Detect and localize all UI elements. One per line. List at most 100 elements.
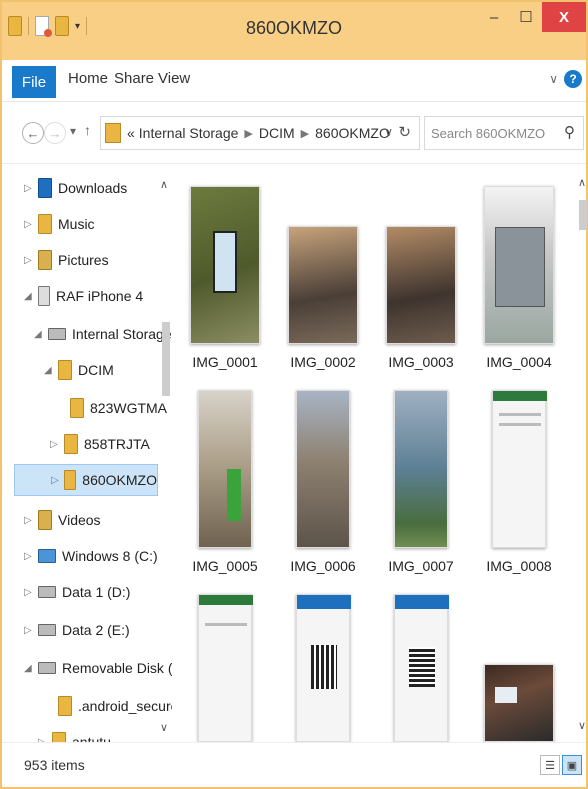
search-input[interactable]: Search 860OKMZO ⚲ bbox=[424, 116, 584, 150]
drive-icon bbox=[38, 624, 56, 636]
file-label[interactable]: IMG_0004 bbox=[474, 354, 564, 370]
minimize-button[interactable]: – bbox=[478, 2, 510, 32]
file-label[interactable]: IMG_0002 bbox=[278, 354, 368, 370]
navigation-bar: ← → ▾ ↑ « Internal Storage ▶ DCIM ▶ 860O… bbox=[2, 102, 586, 164]
phone-icon bbox=[38, 286, 50, 306]
breadcrumb-internal-storage[interactable]: Internal Storage bbox=[139, 125, 239, 141]
sidebar-item-label: 860OKMZO bbox=[82, 472, 157, 488]
sidebar-item-860okmzo[interactable]: ▷ 860OKMZO bbox=[14, 464, 158, 496]
breadcrumb-separator-icon[interactable]: ▶ bbox=[301, 127, 309, 140]
file-label[interactable]: IMG_0008 bbox=[474, 558, 564, 574]
windows-drive-icon bbox=[38, 549, 56, 563]
help-icon[interactable]: ? bbox=[564, 70, 582, 88]
search-placeholder: Search 860OKMZO bbox=[431, 125, 546, 141]
large-icons-view-icon[interactable]: ▣ bbox=[562, 755, 582, 775]
details-view-icon[interactable]: ☰ bbox=[540, 755, 560, 775]
sidebar-item-823wgtma[interactable]: 823WGTMA bbox=[56, 392, 167, 424]
scrollbar-thumb[interactable] bbox=[579, 200, 587, 230]
tab-view[interactable]: View bbox=[158, 70, 190, 87]
file-label[interactable]: IMG_0007 bbox=[376, 558, 466, 574]
sidebar-item-858trjta[interactable]: ▷ 858TRJTA bbox=[50, 428, 150, 460]
item-count: 953 items bbox=[24, 757, 85, 773]
file-label[interactable]: IMG_0003 bbox=[376, 354, 466, 370]
expand-arrow-icon[interactable]: ▷ bbox=[51, 475, 64, 486]
file-thumbnail[interactable] bbox=[190, 186, 260, 344]
file-label[interactable]: IMG_0005 bbox=[180, 558, 270, 574]
sidebar-item-removable-f[interactable]: ◢ Removable Disk (F:) bbox=[24, 652, 172, 684]
expand-arrow-icon[interactable]: ▷ bbox=[24, 255, 38, 266]
sidebar-item-raf-iphone[interactable]: ◢ RAF iPhone 4 bbox=[24, 280, 143, 312]
file-thumbnail[interactable] bbox=[386, 226, 456, 344]
expand-arrow-icon[interactable]: ▷ bbox=[24, 625, 38, 636]
file-thumbnail[interactable] bbox=[198, 594, 253, 742]
drive-icon bbox=[38, 586, 56, 598]
up-arrow-icon[interactable]: ↑ bbox=[84, 122, 91, 138]
tab-home[interactable]: Home bbox=[68, 70, 108, 87]
collapse-arrow-icon[interactable]: ◢ bbox=[24, 291, 38, 302]
tab-file[interactable]: File bbox=[12, 66, 56, 98]
file-list: IMG_0001 IMG_0002 IMG_0003 IMG_0004 IMG_… bbox=[174, 164, 578, 742]
file-label[interactable]: IMG_0001 bbox=[180, 354, 270, 370]
file-thumbnail[interactable] bbox=[288, 226, 358, 344]
file-thumbnail[interactable] bbox=[484, 664, 554, 742]
photo-detail bbox=[495, 227, 545, 307]
expand-arrow-icon[interactable]: ▷ bbox=[50, 439, 64, 450]
folder-icon bbox=[63, 470, 77, 490]
collapse-arrow-icon[interactable]: ◢ bbox=[34, 329, 48, 340]
sidebar-item-label: Music bbox=[58, 216, 95, 232]
window-controls: – ☐ X bbox=[478, 2, 586, 44]
expand-arrow-icon[interactable]: ▷ bbox=[24, 551, 38, 562]
collapse-arrow-icon[interactable]: ◢ bbox=[24, 663, 38, 674]
breadcrumb-overflow[interactable]: « bbox=[127, 125, 135, 141]
refresh-icon[interactable]: ↻ bbox=[398, 123, 411, 141]
file-thumbnail[interactable] bbox=[296, 390, 350, 548]
address-history-dropdown-icon[interactable]: ∨ bbox=[384, 125, 393, 139]
back-arrow-icon[interactable]: ← bbox=[22, 122, 44, 144]
breadcrumb-separator-icon[interactable]: ▶ bbox=[244, 127, 252, 140]
search-icon[interactable]: ⚲ bbox=[564, 123, 575, 141]
forward-arrow-icon[interactable]: → bbox=[44, 122, 66, 144]
sidebar-item-data1-d[interactable]: ▷ Data 1 (D:) bbox=[24, 576, 130, 608]
recent-locations-icon[interactable]: ▾ bbox=[70, 124, 76, 138]
file-list-scrollbar[interactable]: ∧ ∨ bbox=[578, 164, 588, 742]
sidebar-item-dcim[interactable]: ◢ DCIM bbox=[44, 354, 114, 386]
file-thumbnail[interactable] bbox=[394, 390, 448, 548]
expand-arrow-icon[interactable]: ▷ bbox=[24, 515, 38, 526]
expand-ribbon-icon[interactable]: ∨ bbox=[549, 72, 558, 86]
maximize-button[interactable]: ☐ bbox=[510, 2, 542, 32]
drive-icon bbox=[38, 662, 56, 674]
expand-arrow-icon[interactable]: ▷ bbox=[24, 587, 38, 598]
expand-arrow-icon[interactable]: ▷ bbox=[24, 183, 38, 194]
scroll-up-icon[interactable]: ∧ bbox=[160, 178, 168, 191]
breadcrumb-current-folder[interactable]: 860OKMZO bbox=[315, 125, 390, 141]
scroll-down-icon[interactable]: ∨ bbox=[160, 721, 168, 734]
file-thumbnail[interactable] bbox=[484, 186, 554, 344]
sidebar-item-music[interactable]: ▷ Music bbox=[24, 208, 95, 240]
sidebar-item-videos[interactable]: ▷ Videos bbox=[24, 504, 101, 536]
sidebar-item-downloads[interactable]: ▷ Downloads bbox=[24, 172, 127, 204]
file-label[interactable]: IMG_0006 bbox=[278, 558, 368, 574]
sidebar-item-antutu[interactable]: ▷ antutu bbox=[38, 726, 111, 742]
file-thumbnail[interactable] bbox=[296, 594, 351, 742]
file-thumbnail[interactable] bbox=[198, 390, 252, 548]
close-button[interactable]: X bbox=[542, 2, 586, 32]
file-thumbnail[interactable] bbox=[394, 594, 449, 742]
scrollbar-thumb[interactable] bbox=[162, 322, 170, 396]
tab-share[interactable]: Share bbox=[114, 70, 154, 87]
sidebar-scrollbar[interactable]: ∧ ∨ bbox=[160, 168, 172, 742]
scroll-down-icon[interactable]: ∨ bbox=[578, 719, 586, 732]
address-bar[interactable]: « Internal Storage ▶ DCIM ▶ 860OKMZO ∨ ↻ bbox=[100, 116, 420, 150]
sidebar-item-label: Data 2 (E:) bbox=[62, 622, 130, 638]
collapse-arrow-icon[interactable]: ◢ bbox=[44, 365, 58, 376]
breadcrumb-dcim[interactable]: DCIM bbox=[259, 125, 295, 141]
file-thumbnail[interactable] bbox=[492, 390, 547, 548]
sidebar-item-label: RAF iPhone 4 bbox=[56, 288, 144, 304]
expand-arrow-icon[interactable]: ▷ bbox=[24, 219, 38, 230]
sidebar-item-data2-e[interactable]: ▷ Data 2 (E:) bbox=[24, 614, 130, 646]
photo-detail bbox=[493, 391, 547, 401]
sidebar-item-pictures[interactable]: ▷ Pictures bbox=[24, 244, 109, 276]
scroll-up-icon[interactable]: ∧ bbox=[578, 176, 586, 189]
sidebar-item-internal-storage[interactable]: ◢ Internal Storage bbox=[34, 318, 172, 350]
sidebar-item-android-secure[interactable]: .android_secure bbox=[44, 690, 172, 722]
sidebar-item-windows-c[interactable]: ▷ Windows 8 (C:) bbox=[24, 540, 158, 572]
